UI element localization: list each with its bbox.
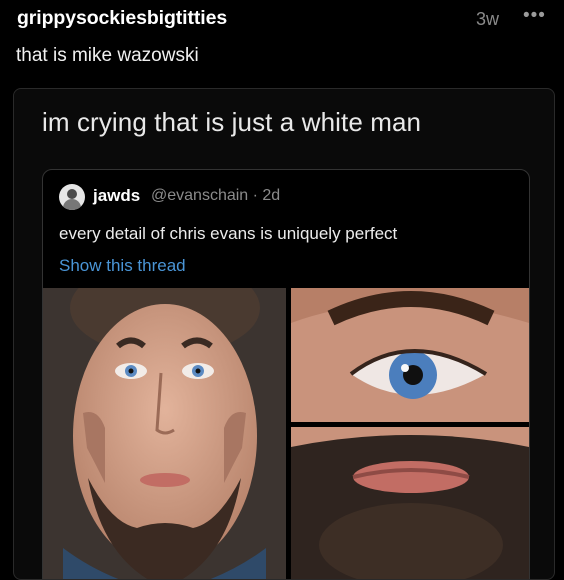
beard-closeup-photo[interactable] — [291, 427, 529, 579]
avatar-head — [67, 189, 77, 199]
embedded-post-text: im crying that is just a white man — [42, 107, 422, 137]
more-options-icon[interactable]: ••• — [523, 5, 546, 27]
quoted-author-name[interactable]: jawds — [93, 186, 140, 206]
timestamp: 3w — [476, 9, 500, 29]
portrait-illustration — [43, 288, 286, 579]
quoted-author-handle: @evanschain · 2d — [151, 187, 281, 204]
post-header: grippysockiesbigtitties 3w ••• that is m… — [0, 0, 564, 80]
eye-illustration — [291, 288, 529, 422]
show-thread-link[interactable]: Show this thread — [59, 256, 186, 276]
embedded-post-card[interactable]: im crying that is just a white man jawds… — [13, 88, 555, 580]
eye-closeup-photo[interactable] — [291, 288, 529, 422]
quoted-tweet-text: every detail of chris evans is uniquely … — [59, 224, 398, 243]
username[interactable]: grippysockiesbigtitties — [17, 7, 227, 30]
avatar[interactable] — [59, 184, 85, 210]
avatar-shoulders — [63, 199, 81, 210]
quoted-tweet[interactable]: jawds @evanschain · 2d every detail of c… — [42, 169, 530, 579]
portrait-photo[interactable] — [43, 288, 286, 579]
beard-illustration — [291, 427, 529, 579]
post-comment: that is mike wazowski — [16, 45, 199, 66]
